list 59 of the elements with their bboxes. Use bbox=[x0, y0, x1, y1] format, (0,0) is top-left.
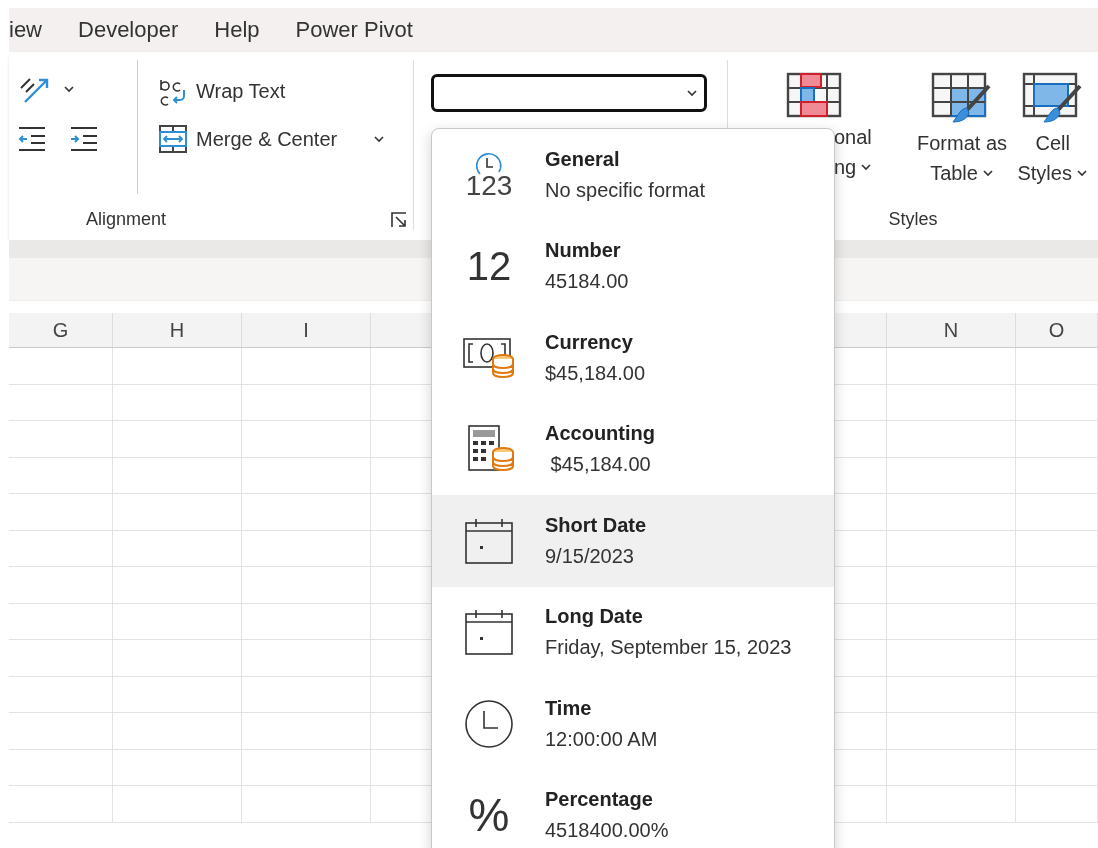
format-name: Percentage bbox=[545, 788, 654, 812]
conditional-formatting-icon bbox=[786, 72, 842, 118]
number-format-field[interactable] bbox=[431, 74, 707, 112]
calendar-icon bbox=[464, 516, 514, 565]
caret-icon bbox=[1075, 169, 1088, 177]
clock-icon bbox=[464, 698, 514, 749]
format-name: Long Date bbox=[545, 605, 644, 629]
style-button[interactable]: Cell Styles bbox=[1017, 130, 1088, 186]
caret-icon bbox=[373, 135, 386, 143]
increase-indent-icon[interactable] bbox=[69, 126, 99, 152]
format-option[interactable]: Long Date Friday, September 15, 2023 bbox=[432, 586, 834, 678]
format-option[interactable]: 12 Number 45184.00 bbox=[432, 220, 834, 312]
format-name: Currency bbox=[545, 330, 634, 354]
menu-tab[interactable]: Help bbox=[214, 17, 278, 43]
menu-tab[interactable]: iew bbox=[9, 17, 60, 43]
format-option[interactable]: % Percentage 4518400.00% bbox=[432, 769, 834, 848]
format-name: Time bbox=[545, 696, 593, 720]
dialog-launcher-icon[interactable] bbox=[391, 212, 407, 228]
format-name: Short Date bbox=[545, 513, 647, 537]
caret-icon bbox=[981, 169, 994, 177]
format-example: No specific format bbox=[545, 178, 706, 202]
wrap-text-button[interactable]: Wrap Text bbox=[158, 76, 386, 106]
format-example: $45,184.00 bbox=[549, 453, 652, 477]
column-header[interactable]: G bbox=[9, 313, 113, 347]
menu-tab[interactable]: Power Pivot bbox=[295, 17, 431, 43]
format-option[interactable]: Currency $45,184.00 bbox=[432, 312, 834, 404]
calendar-icon bbox=[464, 608, 514, 657]
banknote-coins-icon bbox=[463, 336, 515, 379]
caret-icon bbox=[686, 89, 698, 97]
caret-icon bbox=[63, 85, 75, 93]
menu-tab[interactable]: Developer bbox=[78, 17, 197, 43]
format-name: Accounting bbox=[545, 422, 655, 446]
format-option[interactable]: 123 General No specific format bbox=[432, 129, 834, 221]
format-option[interactable]: Short Date 9/15/2023 bbox=[432, 495, 834, 587]
format-example: 4518400.00% bbox=[545, 819, 669, 843]
format-example: Friday, September 15, 2023 bbox=[545, 636, 792, 660]
column-header[interactable]: H bbox=[113, 313, 242, 347]
format-name: General bbox=[545, 147, 621, 171]
format-name: Number bbox=[545, 239, 622, 263]
format-example: 9/15/2023 bbox=[545, 544, 635, 568]
column-header[interactable]: I bbox=[242, 313, 371, 347]
format-example: 45184.00 bbox=[545, 270, 629, 294]
style-button[interactable]: onal ng bbox=[834, 124, 873, 180]
column-header[interactable]: O bbox=[1016, 313, 1098, 347]
format-option[interactable]: Time 12:00:00 AM bbox=[432, 678, 834, 770]
merge-cells-icon bbox=[158, 124, 188, 154]
percent-icon: % bbox=[468, 792, 510, 839]
caret-icon bbox=[860, 163, 873, 171]
group-label: Styles bbox=[887, 209, 939, 230]
cell-brush-icon bbox=[1021, 72, 1084, 124]
format-example: 12:00:00 AM bbox=[545, 727, 658, 751]
format-option[interactable]: Accounting $45,184.00 bbox=[432, 403, 834, 495]
decrease-indent-icon[interactable] bbox=[17, 126, 47, 152]
style-button[interactable]: Format as Table bbox=[917, 130, 1008, 186]
format-example: $45,184.00 bbox=[545, 361, 646, 385]
group-label: Alignment bbox=[85, 209, 166, 230]
number-format-icon: 12 bbox=[466, 243, 512, 290]
column-header[interactable]: N bbox=[887, 313, 1016, 347]
merge-center-button[interactable]: Merge & Center bbox=[158, 124, 386, 154]
